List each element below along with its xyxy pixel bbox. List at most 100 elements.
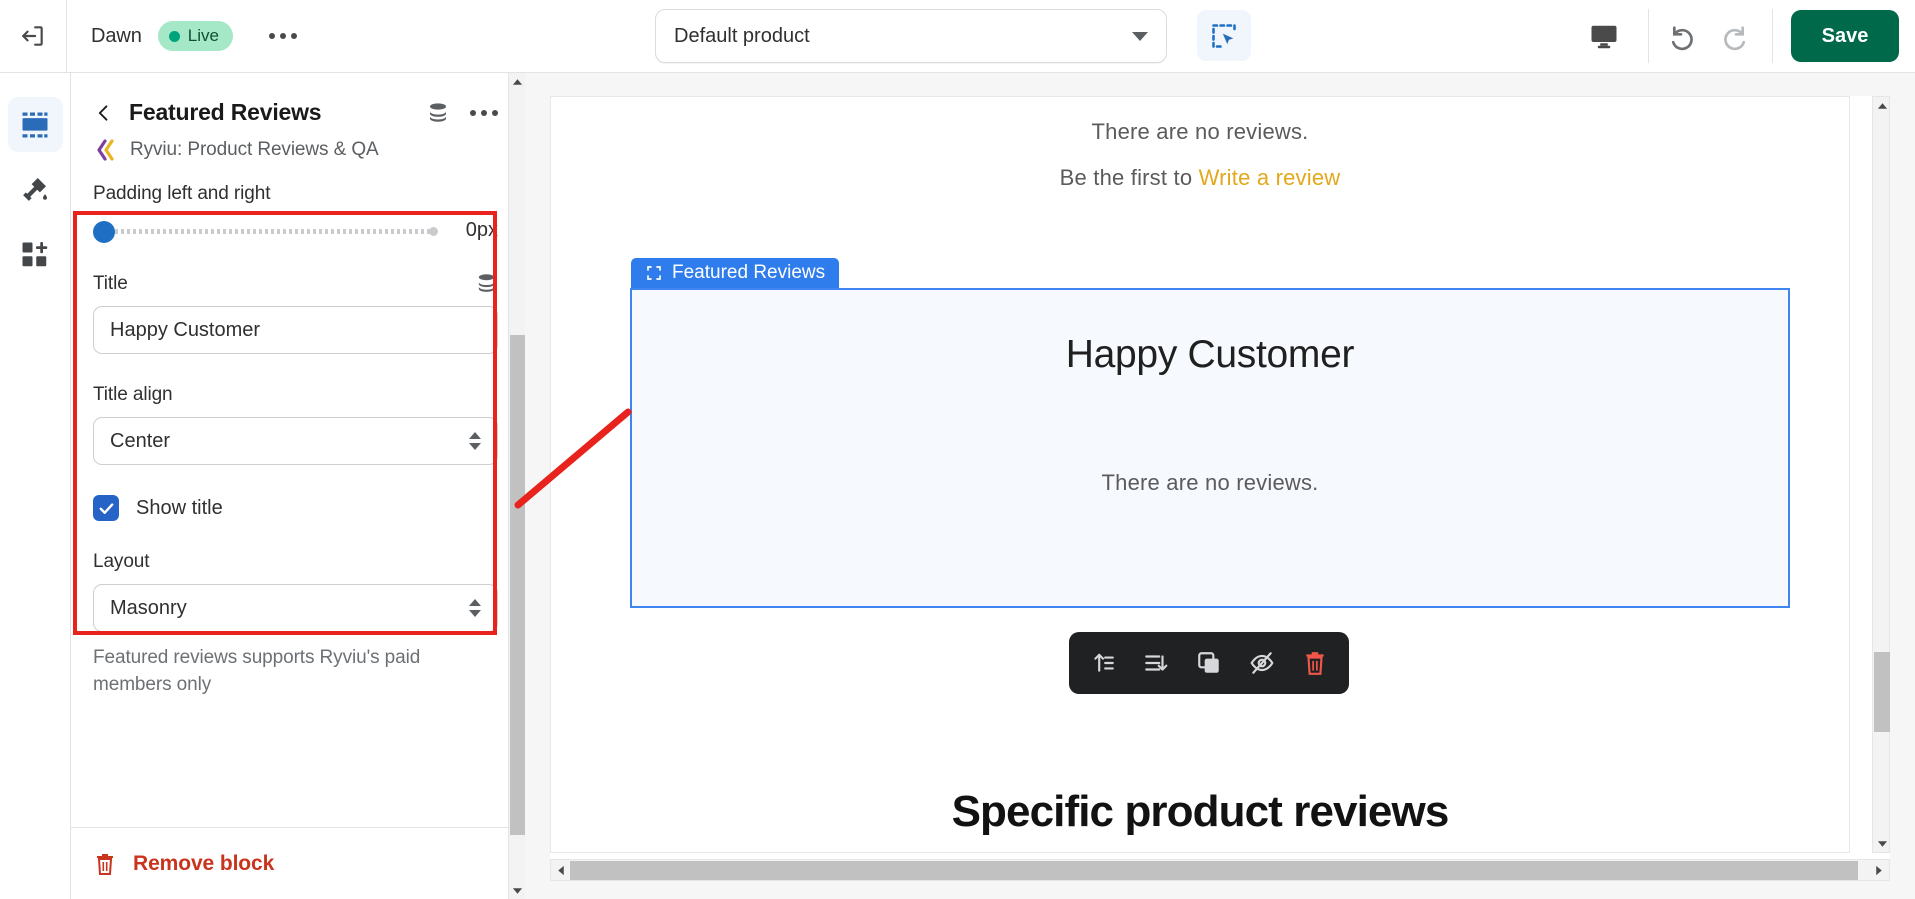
slider-knob[interactable] — [93, 220, 115, 243]
select-region-cursor-icon — [1212, 23, 1236, 48]
title-align-select[interactable]: Center — [93, 417, 498, 465]
scroll-right-arrow[interactable] — [1871, 862, 1887, 879]
title-dataset-button[interactable] — [475, 272, 498, 295]
move-down-button[interactable] — [1134, 641, 1178, 685]
save-button[interactable]: Save — [1791, 10, 1899, 62]
desktop-monitor-icon — [1591, 25, 1617, 49]
canvas-background-right — [1890, 73, 1915, 899]
show-title-checkbox[interactable] — [93, 495, 119, 521]
delete-button[interactable] — [1293, 641, 1337, 685]
preview-vertical-scrollbar[interactable] — [1872, 96, 1890, 853]
delete-trash-icon — [1305, 652, 1324, 675]
scroll-up-arrow[interactable] — [1873, 97, 1891, 114]
padding-value: 0px — [465, 219, 498, 241]
trash-icon — [97, 853, 113, 875]
device-preview-button[interactable] — [1583, 16, 1625, 58]
settings-group: Padding left and right 0px Title Happy C… — [71, 183, 520, 699]
preview-hscrollbar-thumb[interactable] — [570, 861, 1858, 880]
preview-be-first-row: Be the first to Write a review — [551, 165, 1849, 191]
crop-brackets-icon — [647, 266, 661, 280]
scroll-left-arrow[interactable] — [553, 862, 569, 879]
caret-right-icon — [1876, 865, 1882, 876]
hide-button[interactable] — [1240, 641, 1284, 685]
toolbar-divider — [66, 0, 67, 72]
title-label: Title — [93, 272, 128, 294]
show-title-field[interactable]: Show title — [93, 495, 498, 521]
remove-block-label: Remove block — [133, 851, 275, 875]
toolbar-divider — [1772, 9, 1773, 63]
canvas-background-bottom — [550, 881, 1915, 899]
canvas-background-top — [521, 73, 1915, 96]
block-floating-toolbar — [1069, 632, 1349, 694]
caret-up-icon — [1877, 102, 1887, 109]
dataset-connect-button[interactable] — [426, 101, 450, 125]
padding-slider[interactable] — [93, 220, 444, 243]
move-up-icon — [1094, 653, 1115, 672]
section-title: Specific product reviews — [951, 787, 1450, 836]
theme-editor-window: Dawn Live Default product Save Featured … — [0, 0, 1915, 899]
block-settings-panel: Featured Reviews Ryviu: Product Reviews … — [71, 73, 521, 899]
rail-item-sections[interactable] — [7, 97, 63, 152]
write-a-review-link[interactable]: Write a review — [1199, 165, 1341, 190]
theme-actions-more-button[interactable] — [263, 18, 303, 54]
panel-scrollbar-thumb[interactable] — [510, 335, 525, 835]
panel-header: Featured Reviews — [71, 73, 520, 126]
featured-reviews-block-label[interactable]: Featured Reviews — [631, 258, 840, 288]
featured-badge-label: Featured Reviews — [672, 262, 826, 283]
product-selector-value: Default product — [674, 24, 810, 47]
live-status-badge: Live — [157, 21, 233, 51]
ellipsis-icon — [481, 109, 487, 116]
featured-reviews-block[interactable]: Happy Customer There are no reviews. — [630, 288, 1790, 608]
featured-block-title: Happy Customer — [1065, 333, 1355, 376]
checkmark-icon — [99, 502, 113, 514]
theme-name: Dawn — [91, 24, 142, 47]
caret-down-icon — [512, 887, 523, 894]
remove-block-button[interactable]: Remove block — [71, 827, 521, 899]
exit-editor-button[interactable] — [11, 14, 55, 58]
undo-button[interactable] — [1657, 13, 1704, 60]
preview-vscrollbar-thumb[interactable] — [1874, 652, 1890, 732]
panel-title: Featured Reviews — [129, 99, 322, 125]
layout-label: Layout — [93, 551, 150, 572]
panel-more-button[interactable] — [470, 109, 498, 116]
chevron-down-icon — [1132, 31, 1148, 41]
app-name: Ryviu: Product Reviews & QA — [130, 139, 379, 160]
move-up-button[interactable] — [1081, 641, 1125, 685]
redo-button[interactable] — [1712, 13, 1759, 60]
select-stepper-icon — [469, 599, 481, 617]
hide-eye-slash-icon — [1250, 652, 1274, 674]
rail-item-theme-settings[interactable] — [8, 162, 63, 217]
back-button[interactable] — [93, 102, 115, 124]
inspector-toggle-button[interactable] — [1197, 10, 1251, 61]
slider-track-end — [429, 226, 438, 236]
panel-scrollbar[interactable] — [508, 73, 525, 899]
scroll-down-arrow[interactable] — [1873, 835, 1891, 852]
duplicate-button[interactable] — [1187, 641, 1231, 685]
select-stepper-icon — [469, 432, 481, 450]
preview-horizontal-scrollbar[interactable] — [550, 859, 1890, 881]
live-status-dot — [168, 30, 180, 42]
padding-field: Padding left and right 0px — [93, 183, 498, 243]
database-stack-icon — [478, 274, 495, 292]
canvas-background-left-gap — [521, 73, 550, 899]
redo-arrow-icon — [1723, 25, 1745, 50]
toolbar-divider — [1648, 9, 1649, 63]
product-selector[interactable]: Default product — [655, 9, 1167, 63]
layout-select[interactable]: Masonry — [93, 584, 498, 632]
layout-help-text: Featured reviews supports Ryviu's paid m… — [93, 647, 421, 695]
scroll-up-arrow[interactable] — [509, 73, 526, 90]
app-attribution-row[interactable]: Ryviu: Product Reviews & QA — [71, 126, 520, 161]
rail-item-apps[interactable] — [8, 227, 63, 282]
sections-icon — [22, 112, 48, 137]
padding-label: Padding left and right — [93, 183, 271, 204]
title-field: Title — [93, 272, 498, 354]
paint-brush-icon — [23, 177, 47, 201]
show-title-label: Show title — [136, 496, 223, 519]
be-first-prefix: Be the first to — [1059, 165, 1199, 190]
featured-block-no-reviews: There are no reviews. — [1101, 470, 1319, 495]
title-align-value: Center — [110, 429, 171, 452]
layout-field: Layout Masonry Featured reviews supports… — [93, 551, 498, 699]
scroll-down-arrow[interactable] — [509, 882, 526, 899]
title-input[interactable] — [93, 306, 498, 354]
ellipsis-icon — [279, 33, 286, 39]
